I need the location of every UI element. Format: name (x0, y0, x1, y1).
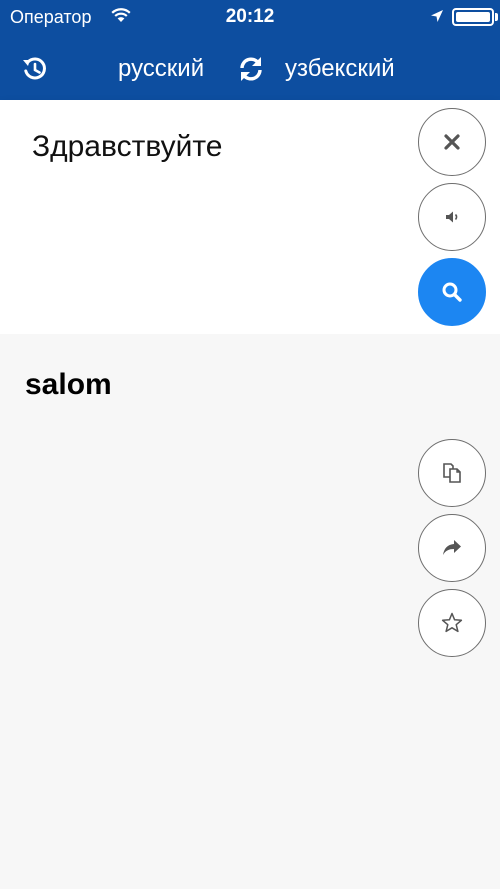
copy-icon (443, 463, 461, 483)
copy-button[interactable] (418, 439, 486, 507)
share-icon (443, 540, 461, 555)
language-bar: русский узбекский (0, 44, 500, 94)
translate-button[interactable] (418, 258, 486, 326)
status-bar: Оператор 20:12 (0, 0, 500, 36)
clear-button[interactable] (418, 108, 486, 176)
clear-icon (444, 134, 460, 150)
top-bar: Оператор 20:12 русский узбекский (0, 0, 500, 100)
source-text[interactable]: Здравствуйте (32, 130, 222, 164)
star-icon (441, 612, 463, 633)
history-icon[interactable] (20, 54, 50, 84)
speak-button[interactable] (418, 183, 486, 251)
clock: 20:12 (225, 6, 275, 27)
favorite-button[interactable] (418, 589, 486, 657)
speaker-icon (446, 211, 458, 223)
target-language-button[interactable]: узбекский (285, 55, 395, 83)
search-icon (442, 282, 462, 302)
source-language-button[interactable]: русский (118, 55, 204, 83)
share-button[interactable] (418, 514, 486, 582)
swap-icon[interactable] (236, 54, 266, 84)
translation-text: salom (25, 368, 112, 401)
location-icon (431, 10, 443, 22)
battery-icon (452, 8, 494, 26)
battery-tip (495, 13, 498, 21)
